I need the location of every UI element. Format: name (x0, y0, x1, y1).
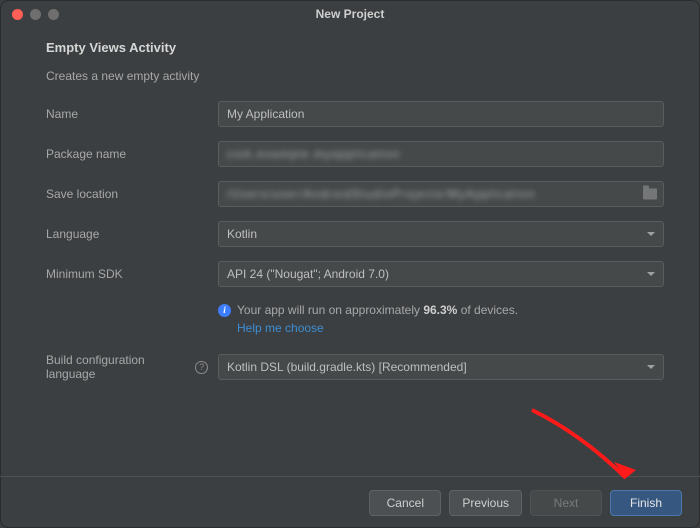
zoom-icon[interactable] (48, 9, 59, 20)
dialog-content: Empty Views Activity Creates a new empty… (0, 28, 700, 476)
form: Name My Application Package name com.exa… (46, 101, 664, 381)
sdk-info: i Your app will run on approximately 96.… (218, 303, 664, 335)
finish-button[interactable]: Finish (610, 490, 682, 516)
new-project-dialog: New Project Empty Views Activity Creates… (0, 0, 700, 528)
info-icon: i (218, 304, 231, 317)
dialog-footer: Cancel Previous Next Finish (0, 476, 700, 528)
cancel-button[interactable]: Cancel (369, 490, 441, 516)
minsdk-value: API 24 ("Nougat"; Android 7.0) (227, 267, 389, 281)
page-subtitle: Creates a new empty activity (46, 69, 664, 83)
close-icon[interactable] (12, 9, 23, 20)
next-button: Next (530, 490, 602, 516)
location-value: /Users/user/AndroidStudioProjects/MyAppl… (227, 187, 535, 201)
page-title: Empty Views Activity (46, 40, 664, 55)
minimize-icon[interactable] (30, 9, 41, 20)
name-label: Name (46, 107, 208, 121)
buildlang-label: Build configuration language ? (46, 353, 208, 381)
package-label: Package name (46, 147, 208, 161)
buildlang-dropdown[interactable]: Kotlin DSL (build.gradle.kts) [Recommend… (218, 354, 664, 380)
location-label: Save location (46, 187, 208, 201)
language-value: Kotlin (227, 227, 257, 241)
sdk-info-text: Your app will run on approximately 96.3%… (237, 303, 518, 317)
minsdk-dropdown[interactable]: API 24 ("Nougat"; Android 7.0) (218, 261, 664, 287)
language-dropdown[interactable]: Kotlin (218, 221, 664, 247)
help-icon[interactable]: ? (195, 361, 208, 374)
minsdk-label: Minimum SDK (46, 267, 208, 281)
name-value: My Application (227, 107, 304, 121)
window-controls (0, 9, 59, 20)
package-input[interactable]: com.example.myapplication (218, 141, 664, 167)
browse-folder-icon[interactable] (643, 189, 657, 200)
previous-button[interactable]: Previous (449, 490, 522, 516)
window-title: New Project (0, 7, 700, 21)
name-input[interactable]: My Application (218, 101, 664, 127)
package-value: com.example.myapplication (227, 147, 400, 161)
location-input[interactable]: /Users/user/AndroidStudioProjects/MyAppl… (218, 181, 664, 207)
titlebar: New Project (0, 0, 700, 28)
help-me-choose-link[interactable]: Help me choose (218, 321, 664, 335)
language-label: Language (46, 227, 208, 241)
buildlang-value: Kotlin DSL (build.gradle.kts) [Recommend… (227, 360, 467, 374)
